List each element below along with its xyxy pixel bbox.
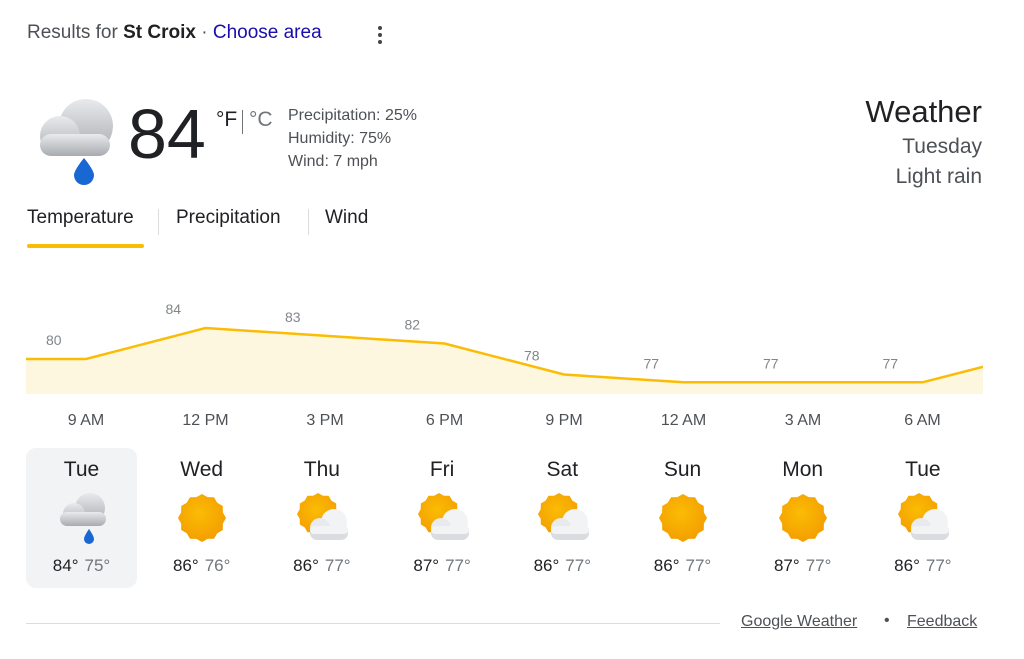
day-name: Mon — [782, 458, 824, 481]
chart-hour-label: 12 AM — [660, 412, 707, 429]
chart-hour-label: 6 AM — [904, 412, 941, 429]
google-weather-link[interactable]: Google Weather — [741, 613, 857, 631]
sun-icon — [775, 490, 831, 546]
chart-hour-label: 3 PM — [306, 412, 344, 429]
chart-hour-label: 3 AM — [784, 412, 822, 429]
chart-data-label: 80 — [46, 332, 62, 348]
forecast-day-mon[interactable]: Mon 87° 77° — [747, 448, 858, 588]
chart-hour-axis: 9 AM 12 PM 3 PM 6 PM 9 PM 12 AM 3 AM 6 AM — [26, 412, 983, 434]
forecast-day-fri[interactable]: Fri 87° 77° — [387, 448, 498, 588]
low-temp: 77° — [925, 556, 952, 575]
forecast-day-wed[interactable]: Wed 86° 76° — [146, 448, 257, 588]
day-temps: 86° 77° — [627, 556, 738, 576]
high-temp: 86° — [653, 556, 680, 575]
high-temp: 87° — [413, 556, 440, 575]
day-name: Wed — [180, 458, 224, 481]
chart-hour-label: 6 PM — [425, 412, 464, 429]
high-temp: 86° — [533, 556, 560, 575]
partly-cloudy-icon — [535, 490, 591, 546]
chart-data-label: 77 — [644, 355, 660, 371]
high-temp: 86° — [172, 556, 199, 575]
weather-day: Tuesday — [902, 135, 982, 158]
sun-icon — [655, 490, 711, 546]
day-temps: 86° 77° — [507, 556, 618, 576]
humidity-detail: Humidity: 75% — [288, 130, 392, 147]
temperature-chart[interactable]: 80 84 83 82 78 77 77 77 — [26, 292, 983, 396]
tab-precipitation[interactable]: Precipitation — [176, 207, 281, 229]
low-temp: 77° — [324, 556, 351, 575]
day-name: Sun — [663, 458, 702, 481]
low-temp: 75° — [84, 556, 111, 575]
precipitation-detail: Precipitation: 25% — [288, 107, 417, 124]
forecast-day-sat[interactable]: Sat 86° 77° — [507, 448, 618, 588]
header-separator: · — [195, 22, 213, 43]
tab-divider — [308, 209, 309, 235]
day-name: Sat — [546, 458, 579, 481]
location-name: St Croix — [123, 22, 196, 43]
footer-divider — [26, 623, 720, 624]
unit-separator — [242, 110, 243, 134]
feedback-link[interactable]: Feedback — [907, 613, 977, 631]
forecast-day-sun[interactable]: Sun 86° 77° — [627, 448, 738, 588]
rain-cloud-icon — [40, 99, 113, 185]
low-temp: 77° — [805, 556, 832, 575]
high-temp: 86° — [293, 556, 319, 575]
high-temp: 84° — [52, 556, 79, 575]
choose-area-link[interactable]: Choose area — [213, 22, 322, 43]
chart-hour-label: 9 AM — [67, 412, 105, 429]
partly-cloudy-icon — [294, 490, 350, 546]
current-weather-icon — [40, 99, 113, 185]
day-temps: 86° 76° — [146, 556, 257, 576]
tab-wind[interactable]: Wind — [325, 207, 368, 229]
forecast-day-tue[interactable]: Tue 86° 77° — [867, 448, 978, 588]
more-options-icon[interactable] — [372, 24, 388, 46]
chart-data-label: 77 — [763, 355, 779, 371]
weather-condition: Light rain — [895, 165, 982, 188]
day-temps: 87° 77° — [387, 556, 498, 576]
wind-detail: Wind: 7 mph — [288, 153, 378, 170]
low-temp: 77° — [445, 556, 471, 575]
daily-forecast: Tue 84° 75° Wed 86° 76° Thu 86° 77° Fri 87° 77° Sat 8… — [26, 448, 986, 588]
unit-fahrenheit-toggle[interactable]: °F — [216, 108, 237, 132]
low-temp: 77° — [685, 556, 712, 575]
footer-dot: • — [884, 612, 890, 629]
results-prefix: Results for — [27, 22, 118, 43]
forecast-day-tue[interactable]: Tue 84° 75° — [26, 448, 137, 588]
forecast-day-thu[interactable]: Thu 86° 77° — [266, 448, 377, 588]
weather-details: Precipitation: 25% Humidity: 75% Wind: 7… — [288, 104, 417, 173]
active-tab-indicator — [27, 244, 144, 248]
weather-title: Weather — [865, 94, 982, 129]
tab-divider — [158, 209, 159, 235]
high-temp: 86° — [894, 556, 920, 575]
day-temps: 84° 75° — [26, 556, 137, 576]
chart-data-label: 82 — [405, 317, 421, 333]
day-name: Thu — [303, 458, 340, 481]
tab-temperature[interactable]: Temperature — [27, 207, 134, 229]
day-temps: 87° 77° — [747, 556, 858, 576]
rain-cloud-icon — [54, 490, 110, 546]
high-temp: 87° — [773, 556, 800, 575]
low-temp: 77° — [565, 556, 592, 575]
day-temps: 86° 77° — [867, 556, 978, 576]
chart-hour-label: 12 PM — [182, 412, 229, 429]
chart-data-label: 84 — [166, 301, 182, 317]
results-header: Results for St Croix · Choose area — [27, 22, 322, 44]
day-temps: 86° 77° — [266, 556, 377, 576]
day-name: Tue — [905, 458, 941, 481]
day-name: Fri — [429, 458, 455, 481]
partly-cloudy-icon — [895, 490, 951, 546]
unit-celsius-toggle[interactable]: °C — [249, 108, 273, 132]
partly-cloudy-icon — [415, 490, 471, 546]
current-temperature: 84 — [128, 95, 206, 173]
sun-icon — [174, 490, 230, 546]
chart-data-label: 77 — [883, 355, 899, 371]
chart-hour-label: 9 PM — [545, 412, 583, 429]
chart-data-label: 83 — [285, 309, 301, 325]
chart-data-label: 78 — [524, 348, 540, 364]
low-temp: 76° — [204, 556, 231, 575]
day-name: Tue — [63, 458, 100, 481]
